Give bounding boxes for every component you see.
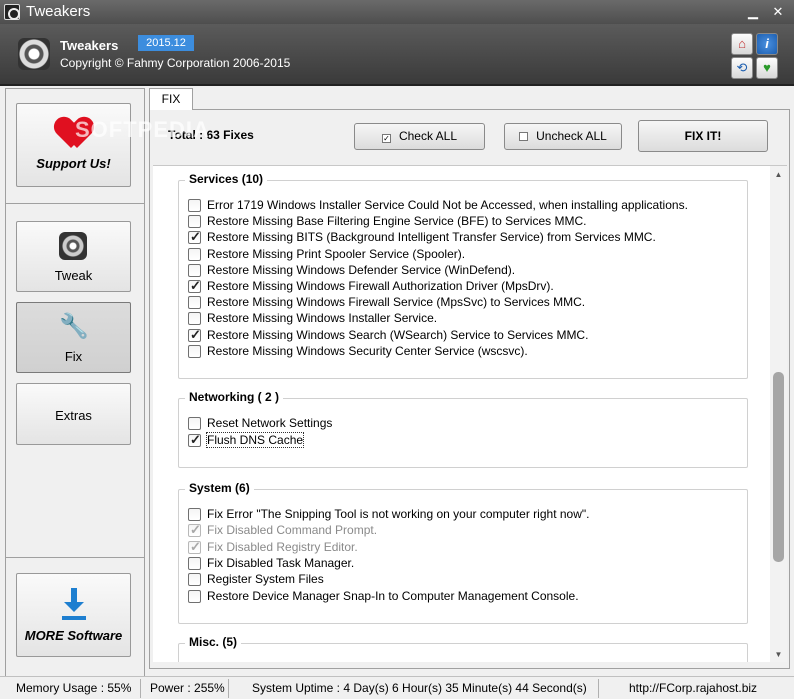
fix-label: Restore Missing Base Filtering Engine Se… bbox=[207, 214, 587, 229]
fix-label: Reset Network Settings bbox=[207, 416, 333, 430]
fix-label: Fix Disabled Registry Editor. bbox=[207, 539, 358, 554]
fix-checkbox[interactable] bbox=[188, 199, 201, 212]
sidebar-item-label: Tweak bbox=[54, 268, 93, 283]
fix-it-button[interactable]: FIX IT! bbox=[638, 120, 768, 152]
fix-label: Fix Disabled Task Manager. bbox=[207, 555, 355, 570]
fix-label: Error 1719 Windows Installer Service Cou… bbox=[207, 198, 688, 212]
window-title: Tweakers bbox=[26, 3, 91, 20]
fix-checkbox[interactable] bbox=[188, 229, 201, 245]
fix-checkbox[interactable] bbox=[188, 215, 201, 229]
checkbox-icon: ✓ bbox=[381, 134, 391, 143]
checkbox-icon bbox=[519, 132, 529, 141]
fix-checkbox[interactable] bbox=[188, 296, 201, 310]
fix-label: Restore Missing Windows Security Center … bbox=[207, 343, 528, 358]
fix-panel: Total : 63 Fixes ✓ Check ALL Uncheck ALL … bbox=[149, 109, 790, 669]
fix-checkbox[interactable] bbox=[188, 539, 201, 555]
tweakers-logo-icon bbox=[18, 38, 50, 70]
fix-checkbox[interactable] bbox=[188, 508, 201, 521]
group-networking: Networking ( 2 ) Reset Network Settings F… bbox=[178, 390, 748, 468]
fix-label: Restore Missing Windows Defender Service… bbox=[207, 262, 516, 277]
fix-checkbox[interactable] bbox=[188, 417, 201, 430]
heart-icon bbox=[57, 118, 91, 150]
more-software-label: MORE Software bbox=[24, 628, 123, 643]
fix-label: Fix Disabled Command Prompt. bbox=[207, 523, 378, 538]
home-icon[interactable]: ⌂ bbox=[731, 33, 753, 55]
sidebar-item-extras[interactable]: Extras bbox=[16, 383, 131, 445]
fix-checkbox[interactable] bbox=[188, 327, 201, 343]
fix-label: Restore Device Manager Snap-In to Comput… bbox=[207, 588, 579, 603]
refresh-icon[interactable]: ⟲ bbox=[731, 57, 753, 79]
fix-label: Restore Missing Windows Installer Servic… bbox=[207, 311, 438, 326]
fix-label: Restore Missing Windows Search (WSearch)… bbox=[207, 327, 589, 342]
fix-label: Restore Missing Windows Firewall Authori… bbox=[207, 279, 554, 293]
more-software-button[interactable]: MORE Software bbox=[16, 573, 131, 657]
support-us-label: Support Us! bbox=[36, 156, 111, 171]
system-uptime: System Uptime : 4 Day(s) 6 Hour(s) 35 Mi… bbox=[252, 681, 587, 695]
sidebar: Support Us! Tweak 🔧 Fix Extras MORE Soft… bbox=[5, 88, 145, 678]
sidebar-item-tweak[interactable]: Tweak bbox=[16, 221, 131, 292]
close-icon[interactable]: ✕ bbox=[768, 3, 788, 21]
status-bar: Memory Usage : 55% Power : 255% System U… bbox=[0, 676, 794, 699]
fix-checkbox[interactable] bbox=[188, 263, 201, 277]
fix-checkbox[interactable] bbox=[188, 278, 201, 294]
app-header: Tweakers 2015.12 Copyright © Fahmy Corpo… bbox=[0, 24, 794, 86]
download-icon bbox=[61, 588, 87, 622]
wrench-icon: 🔧 bbox=[59, 313, 89, 340]
group-title: Services (10) bbox=[185, 172, 268, 186]
fix-label: Restore Missing Print Spooler Service (S… bbox=[207, 246, 466, 261]
title-bar: Tweakers ▁ ✕ bbox=[0, 0, 794, 24]
fix-checkbox[interactable] bbox=[188, 344, 201, 358]
fix-checkbox[interactable] bbox=[188, 573, 201, 587]
group-title: System (6) bbox=[185, 481, 254, 495]
copyright-text: Copyright © Fahmy Corporation 2006-2015 bbox=[60, 56, 291, 70]
gear-icon bbox=[59, 232, 87, 260]
group-title: Misc. (5) bbox=[185, 635, 242, 649]
minimize-icon[interactable]: ▁ bbox=[743, 3, 763, 21]
sidebar-item-label: Fix bbox=[64, 349, 83, 364]
vertical-scrollbar[interactable]: ▲ ▼ bbox=[770, 166, 787, 662]
power-status: Power : 255% bbox=[150, 681, 225, 695]
website-link[interactable]: http://FCorp.rajahost.biz bbox=[629, 681, 757, 695]
version-badge: 2015.12 bbox=[138, 35, 194, 51]
fix-label: Fix Error "The Snipping Tool is not work… bbox=[207, 507, 590, 521]
total-fixes: Total : 63 Fixes bbox=[168, 128, 254, 142]
memory-usage: Memory Usage : 55% bbox=[16, 681, 132, 695]
fix-checkbox[interactable] bbox=[188, 247, 201, 261]
fix-checkbox[interactable] bbox=[188, 432, 201, 448]
group-title: Networking ( 2 ) bbox=[185, 390, 284, 404]
fix-checkbox[interactable] bbox=[188, 522, 201, 538]
sidebar-item-label: Extras bbox=[55, 408, 92, 423]
fix-label: Restore Missing BITS (Background Intelli… bbox=[207, 230, 656, 245]
fix-checkbox[interactable] bbox=[188, 589, 201, 603]
fix-checkbox[interactable] bbox=[188, 556, 201, 570]
tab-fix[interactable]: FIX bbox=[149, 88, 193, 110]
group-services: Services (10) Error 1719 Windows Install… bbox=[178, 172, 748, 379]
group-system: System (6) Fix Error "The Snipping Tool … bbox=[178, 481, 748, 624]
heart-plus-icon[interactable]: ♥ bbox=[756, 57, 778, 79]
uncheck-all-button[interactable]: Uncheck ALL bbox=[504, 123, 622, 150]
group-misc: Misc. (5) bbox=[178, 635, 748, 662]
check-all-button[interactable]: ✓ Check ALL bbox=[354, 123, 485, 150]
scroll-down-icon[interactable]: ▼ bbox=[770, 646, 787, 662]
fix-label: Restore Missing Windows Firewall Service… bbox=[207, 295, 586, 310]
app-name: Tweakers bbox=[60, 38, 119, 53]
fix-label: Flush DNS Cache bbox=[205, 432, 305, 448]
support-us-button[interactable]: Support Us! bbox=[16, 103, 131, 187]
info-icon[interactable]: i bbox=[756, 33, 778, 55]
app-gear-icon bbox=[4, 4, 20, 20]
fix-label: Register System Files bbox=[207, 572, 324, 587]
sidebar-item-fix[interactable]: 🔧 Fix bbox=[16, 302, 131, 373]
scrollbar-thumb[interactable] bbox=[773, 372, 784, 562]
fixes-list[interactable]: Services (10) Error 1719 Windows Install… bbox=[153, 165, 787, 662]
scroll-up-icon[interactable]: ▲ bbox=[770, 166, 787, 183]
fix-checkbox[interactable] bbox=[188, 312, 201, 326]
